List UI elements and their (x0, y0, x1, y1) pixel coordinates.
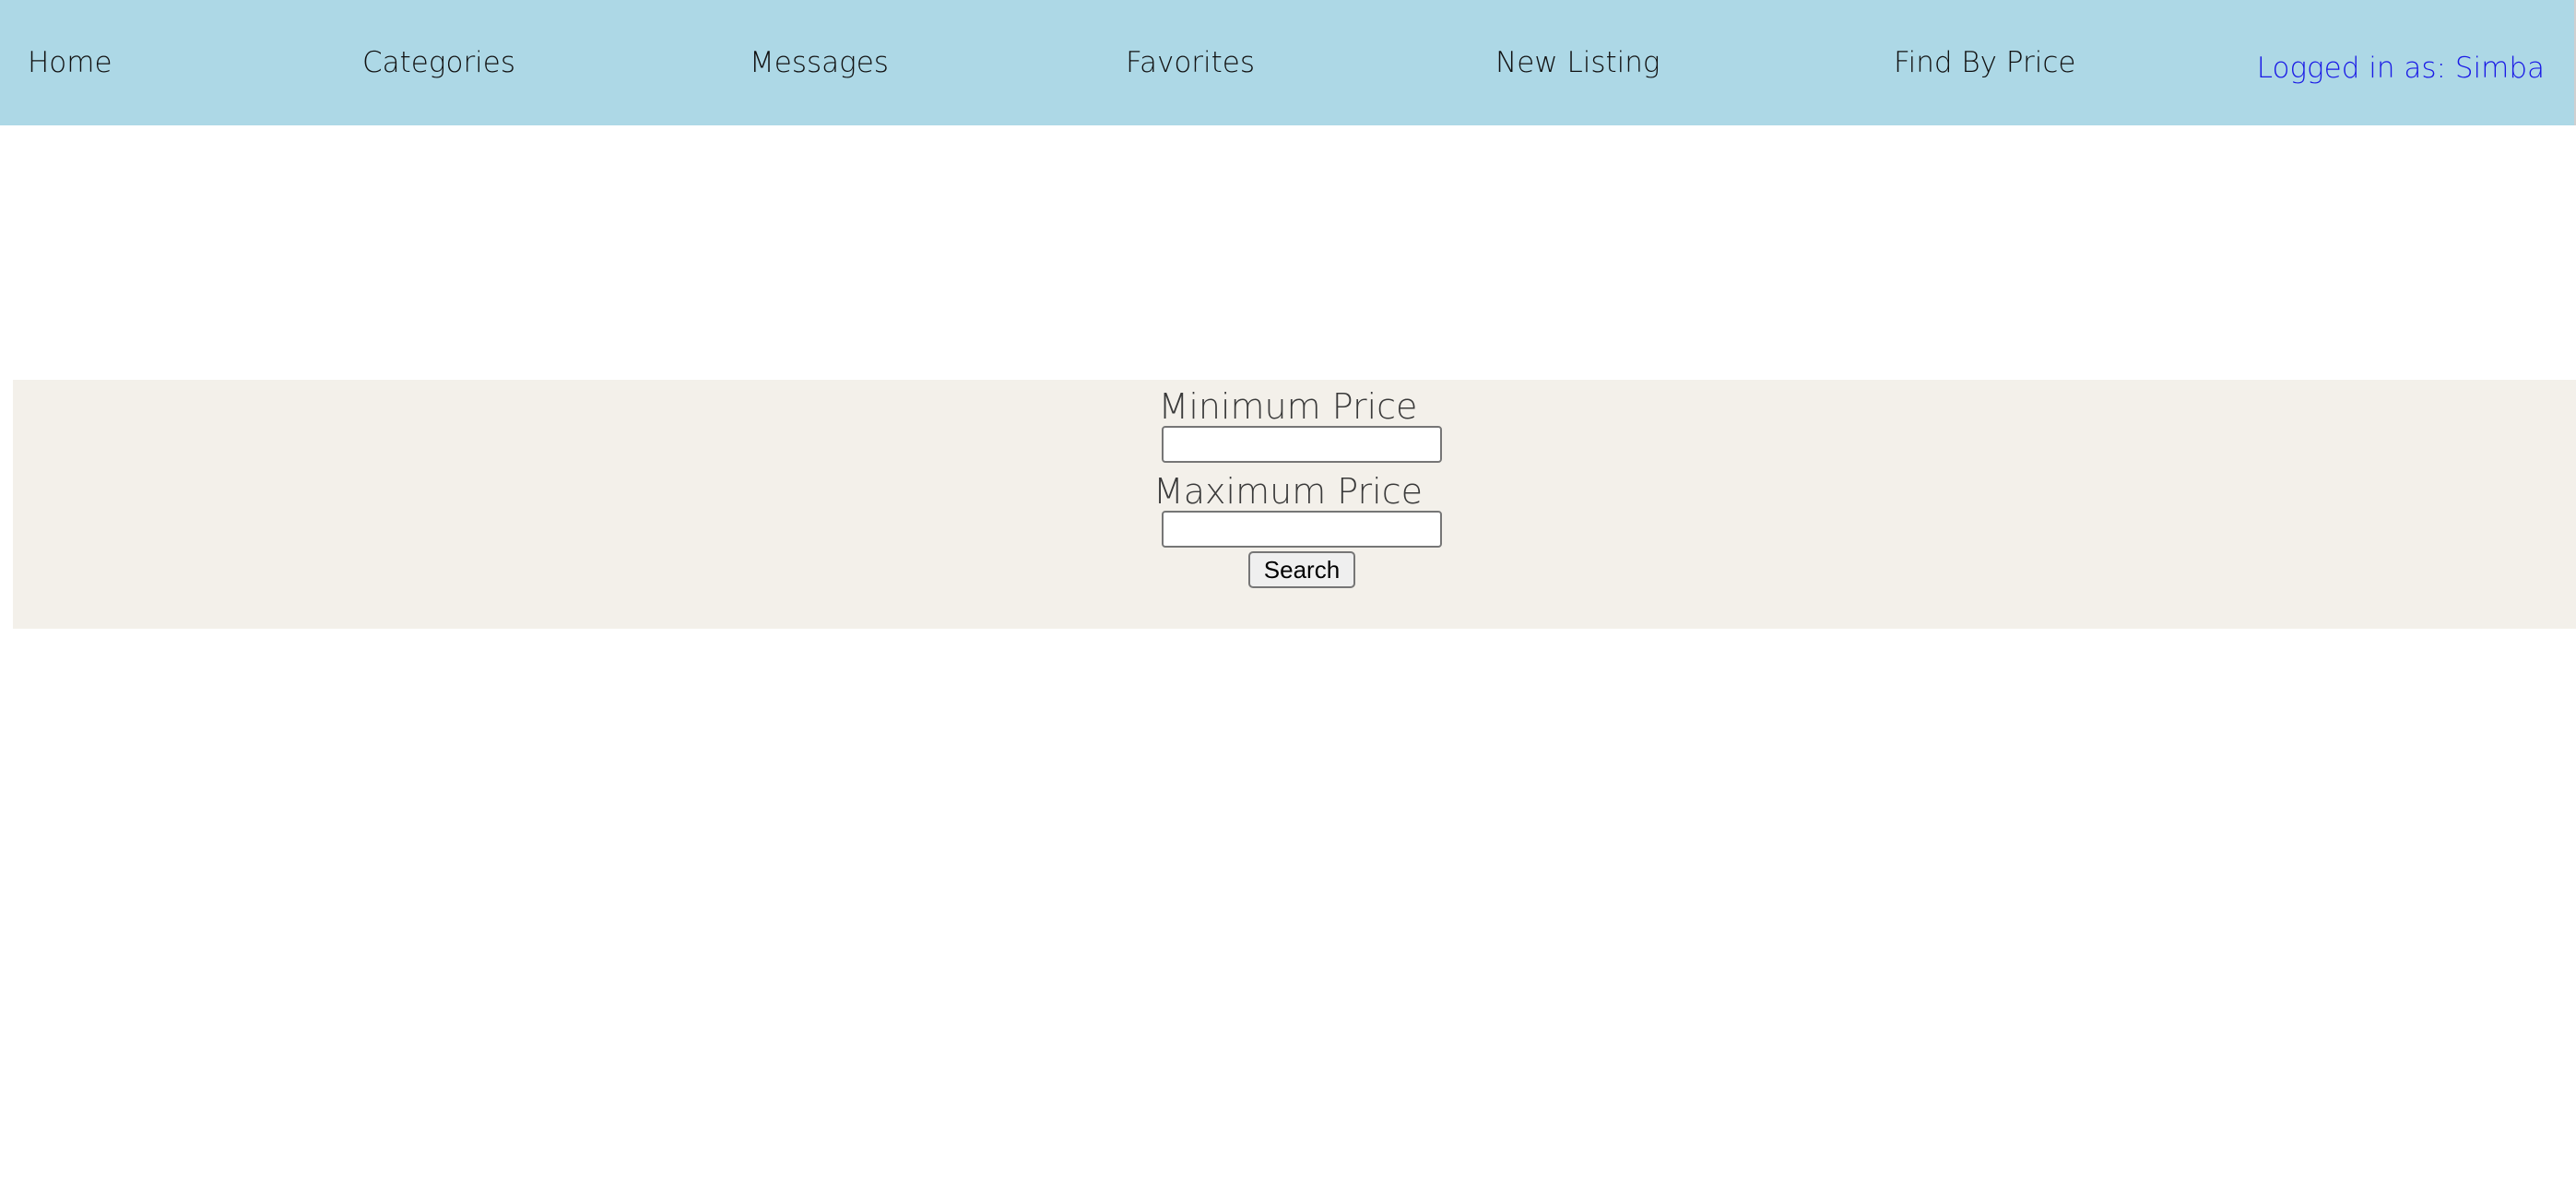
max-price-input[interactable] (1162, 511, 1442, 548)
search-button[interactable]: Search (1248, 551, 1355, 588)
max-price-label: Maximum Price (1152, 471, 1423, 512)
price-search-form: Minimum Price Maximum Price Search (13, 380, 2576, 629)
nav-favorites-link[interactable]: Favorites (1126, 44, 1255, 81)
top-navbar: Home Categories Messages Favorites New L… (0, 0, 2576, 125)
nav-find-by-price-link[interactable]: Find By Price (1894, 44, 2076, 81)
nav-new-listing-link[interactable]: New Listing (1495, 44, 1660, 81)
logged-in-user-link[interactable]: Logged in as: Simba (2257, 50, 2545, 87)
min-price-input[interactable] (1162, 426, 1442, 463)
nav-home-link[interactable]: Home (28, 44, 112, 81)
nav-categories-link[interactable]: Categories (362, 44, 515, 81)
nav-messages-link[interactable]: Messages (750, 44, 889, 81)
min-price-label: Minimum Price (1158, 386, 1418, 427)
